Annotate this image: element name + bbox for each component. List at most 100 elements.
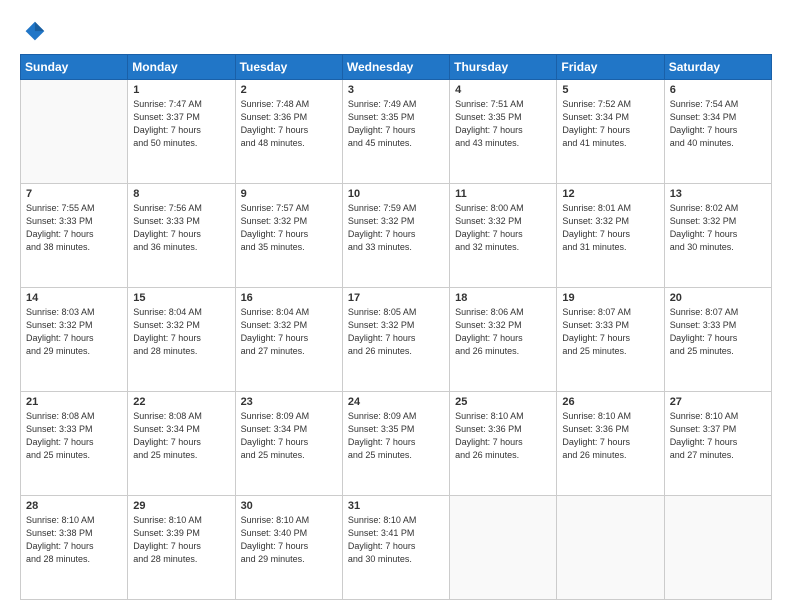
day-info: Sunrise: 7:55 AMSunset: 3:33 PMDaylight:…	[26, 202, 122, 254]
day-info: Sunrise: 8:01 AMSunset: 3:32 PMDaylight:…	[562, 202, 658, 254]
day-info: Sunrise: 8:03 AMSunset: 3:32 PMDaylight:…	[26, 306, 122, 358]
day-number: 4	[455, 84, 551, 96]
calendar-cell: 2 Sunrise: 7:48 AMSunset: 3:36 PMDaylight…	[235, 80, 342, 184]
calendar-cell: 14 Sunrise: 8:03 AMSunset: 3:32 PMDayligh…	[21, 288, 128, 392]
day-number: 20	[670, 292, 766, 304]
day-number: 16	[241, 292, 337, 304]
logo	[20, 18, 52, 46]
calendar-cell: 23 Sunrise: 8:09 AMSunset: 3:34 PMDayligh…	[235, 392, 342, 496]
calendar-cell: 26Sunrise: 8:10 AMSunset: 3:36 PMDayligh…	[557, 392, 664, 496]
calendar-cell: 21 Sunrise: 8:08 AMSunset: 3:33 PMDayligh…	[21, 392, 128, 496]
day-number: 26	[562, 396, 658, 408]
day-number: 10	[348, 188, 444, 200]
day-info: Sunrise: 8:10 AMSunset: 3:40 PMDaylight:…	[241, 514, 337, 566]
day-info: Sunrise: 8:07 AMSunset: 3:33 PMDaylight:…	[670, 306, 766, 358]
calendar-cell: 30 Sunrise: 8:10 AMSunset: 3:40 PMDayligh…	[235, 496, 342, 600]
calendar-cell: 28 Sunrise: 8:10 AMSunset: 3:38 PMDayligh…	[21, 496, 128, 600]
day-info: Sunrise: 8:08 AMSunset: 3:34 PMDaylight:…	[133, 410, 229, 462]
day-info: Sunrise: 8:10 AMSunset: 3:39 PMDaylight:…	[133, 514, 229, 566]
day-info: Sunrise: 8:10 AMSunset: 3:38 PMDaylight:…	[26, 514, 122, 566]
day-number: 19	[562, 292, 658, 304]
weekday-header-thursday: Thursday	[450, 55, 557, 80]
day-number: 23	[241, 396, 337, 408]
calendar-cell: 16 Sunrise: 8:04 AMSunset: 3:32 PMDayligh…	[235, 288, 342, 392]
calendar-cell	[450, 496, 557, 600]
calendar-cell	[557, 496, 664, 600]
day-number: 21	[26, 396, 122, 408]
calendar-cell: 10 Sunrise: 7:59 AMSunset: 3:32 PMDayligh…	[342, 184, 449, 288]
day-number: 17	[348, 292, 444, 304]
day-info: Sunrise: 8:07 AMSunset: 3:33 PMDaylight:…	[562, 306, 658, 358]
calendar-cell: 25 Sunrise: 8:10 AMSunset: 3:36 PMDayligh…	[450, 392, 557, 496]
week-row-0: 1 Sunrise: 7:47 AMSunset: 3:37 PMDaylight…	[21, 80, 772, 184]
week-row-2: 14 Sunrise: 8:03 AMSunset: 3:32 PMDayligh…	[21, 288, 772, 392]
calendar-cell: 7 Sunrise: 7:55 AMSunset: 3:33 PMDaylight…	[21, 184, 128, 288]
day-number: 30	[241, 500, 337, 512]
calendar-cell: 24 Sunrise: 8:09 AMSunset: 3:35 PMDayligh…	[342, 392, 449, 496]
day-info: Sunrise: 8:04 AMSunset: 3:32 PMDaylight:…	[241, 306, 337, 358]
day-number: 15	[133, 292, 229, 304]
day-info: Sunrise: 8:04 AMSunset: 3:32 PMDaylight:…	[133, 306, 229, 358]
week-row-1: 7 Sunrise: 7:55 AMSunset: 3:33 PMDaylight…	[21, 184, 772, 288]
day-number: 6	[670, 84, 766, 96]
day-number: 13	[670, 188, 766, 200]
day-info: Sunrise: 8:00 AMSunset: 3:32 PMDaylight:…	[455, 202, 551, 254]
day-number: 11	[455, 188, 551, 200]
day-number: 9	[241, 188, 337, 200]
day-info: Sunrise: 8:08 AMSunset: 3:33 PMDaylight:…	[26, 410, 122, 462]
calendar-cell: 6 Sunrise: 7:54 AMSunset: 3:34 PMDaylight…	[664, 80, 771, 184]
day-info: Sunrise: 8:05 AMSunset: 3:32 PMDaylight:…	[348, 306, 444, 358]
calendar-cell: 18Sunrise: 8:06 AMSunset: 3:32 PMDayligh…	[450, 288, 557, 392]
calendar-cell	[664, 496, 771, 600]
day-info: Sunrise: 8:10 AMSunset: 3:36 PMDaylight:…	[455, 410, 551, 462]
calendar-cell: 8 Sunrise: 7:56 AMSunset: 3:33 PMDaylight…	[128, 184, 235, 288]
day-number: 27	[670, 396, 766, 408]
day-number: 2	[241, 84, 337, 96]
day-info: Sunrise: 7:59 AMSunset: 3:32 PMDaylight:…	[348, 202, 444, 254]
day-info: Sunrise: 7:52 AMSunset: 3:34 PMDaylight:…	[562, 98, 658, 150]
day-info: Sunrise: 8:06 AMSunset: 3:32 PMDaylight:…	[455, 306, 551, 358]
calendar-cell: 1 Sunrise: 7:47 AMSunset: 3:37 PMDaylight…	[128, 80, 235, 184]
day-info: Sunrise: 7:48 AMSunset: 3:36 PMDaylight:…	[241, 98, 337, 150]
day-number: 31	[348, 500, 444, 512]
calendar-cell: 19 Sunrise: 8:07 AMSunset: 3:33 PMDayligh…	[557, 288, 664, 392]
day-number: 28	[26, 500, 122, 512]
week-row-4: 28 Sunrise: 8:10 AMSunset: 3:38 PMDayligh…	[21, 496, 772, 600]
day-number: 1	[133, 84, 229, 96]
page: SundayMondayTuesdayWednesdayThursdayFrid…	[0, 0, 792, 612]
day-info: Sunrise: 7:51 AMSunset: 3:35 PMDaylight:…	[455, 98, 551, 150]
day-info: Sunrise: 7:47 AMSunset: 3:37 PMDaylight:…	[133, 98, 229, 150]
day-info: Sunrise: 7:57 AMSunset: 3:32 PMDaylight:…	[241, 202, 337, 254]
weekday-header-wednesday: Wednesday	[342, 55, 449, 80]
day-info: Sunrise: 7:56 AMSunset: 3:33 PMDaylight:…	[133, 202, 229, 254]
calendar-cell	[21, 80, 128, 184]
calendar-cell: 22Sunrise: 8:08 AMSunset: 3:34 PMDayligh…	[128, 392, 235, 496]
calendar-cell: 5 Sunrise: 7:52 AMSunset: 3:34 PMDaylight…	[557, 80, 664, 184]
calendar-cell: 15 Sunrise: 8:04 AMSunset: 3:32 PMDayligh…	[128, 288, 235, 392]
day-info: Sunrise: 8:09 AMSunset: 3:35 PMDaylight:…	[348, 410, 444, 462]
day-info: Sunrise: 8:09 AMSunset: 3:34 PMDaylight:…	[241, 410, 337, 462]
day-info: Sunrise: 8:10 AMSunset: 3:41 PMDaylight:…	[348, 514, 444, 566]
day-number: 25	[455, 396, 551, 408]
calendar-cell: 13Sunrise: 8:02 AMSunset: 3:32 PMDayligh…	[664, 184, 771, 288]
calendar-cell: 4 Sunrise: 7:51 AMSunset: 3:35 PMDaylight…	[450, 80, 557, 184]
day-info: Sunrise: 7:54 AMSunset: 3:34 PMDaylight:…	[670, 98, 766, 150]
day-number: 29	[133, 500, 229, 512]
calendar-cell: 27 Sunrise: 8:10 AMSunset: 3:37 PMDayligh…	[664, 392, 771, 496]
day-number: 14	[26, 292, 122, 304]
week-row-3: 21 Sunrise: 8:08 AMSunset: 3:33 PMDayligh…	[21, 392, 772, 496]
logo-icon	[20, 18, 48, 46]
calendar-table: SundayMondayTuesdayWednesdayThursdayFrid…	[20, 54, 772, 600]
day-number: 12	[562, 188, 658, 200]
day-number: 8	[133, 188, 229, 200]
calendar-cell: 3Sunrise: 7:49 AMSunset: 3:35 PMDaylight…	[342, 80, 449, 184]
weekday-header-saturday: Saturday	[664, 55, 771, 80]
day-number: 5	[562, 84, 658, 96]
day-info: Sunrise: 8:10 AMSunset: 3:37 PMDaylight:…	[670, 410, 766, 462]
calendar-cell: 12 Sunrise: 8:01 AMSunset: 3:32 PMDayligh…	[557, 184, 664, 288]
day-number: 3	[348, 84, 444, 96]
day-number: 7	[26, 188, 122, 200]
header	[20, 18, 772, 46]
weekday-header-sunday: Sunday	[21, 55, 128, 80]
day-number: 24	[348, 396, 444, 408]
